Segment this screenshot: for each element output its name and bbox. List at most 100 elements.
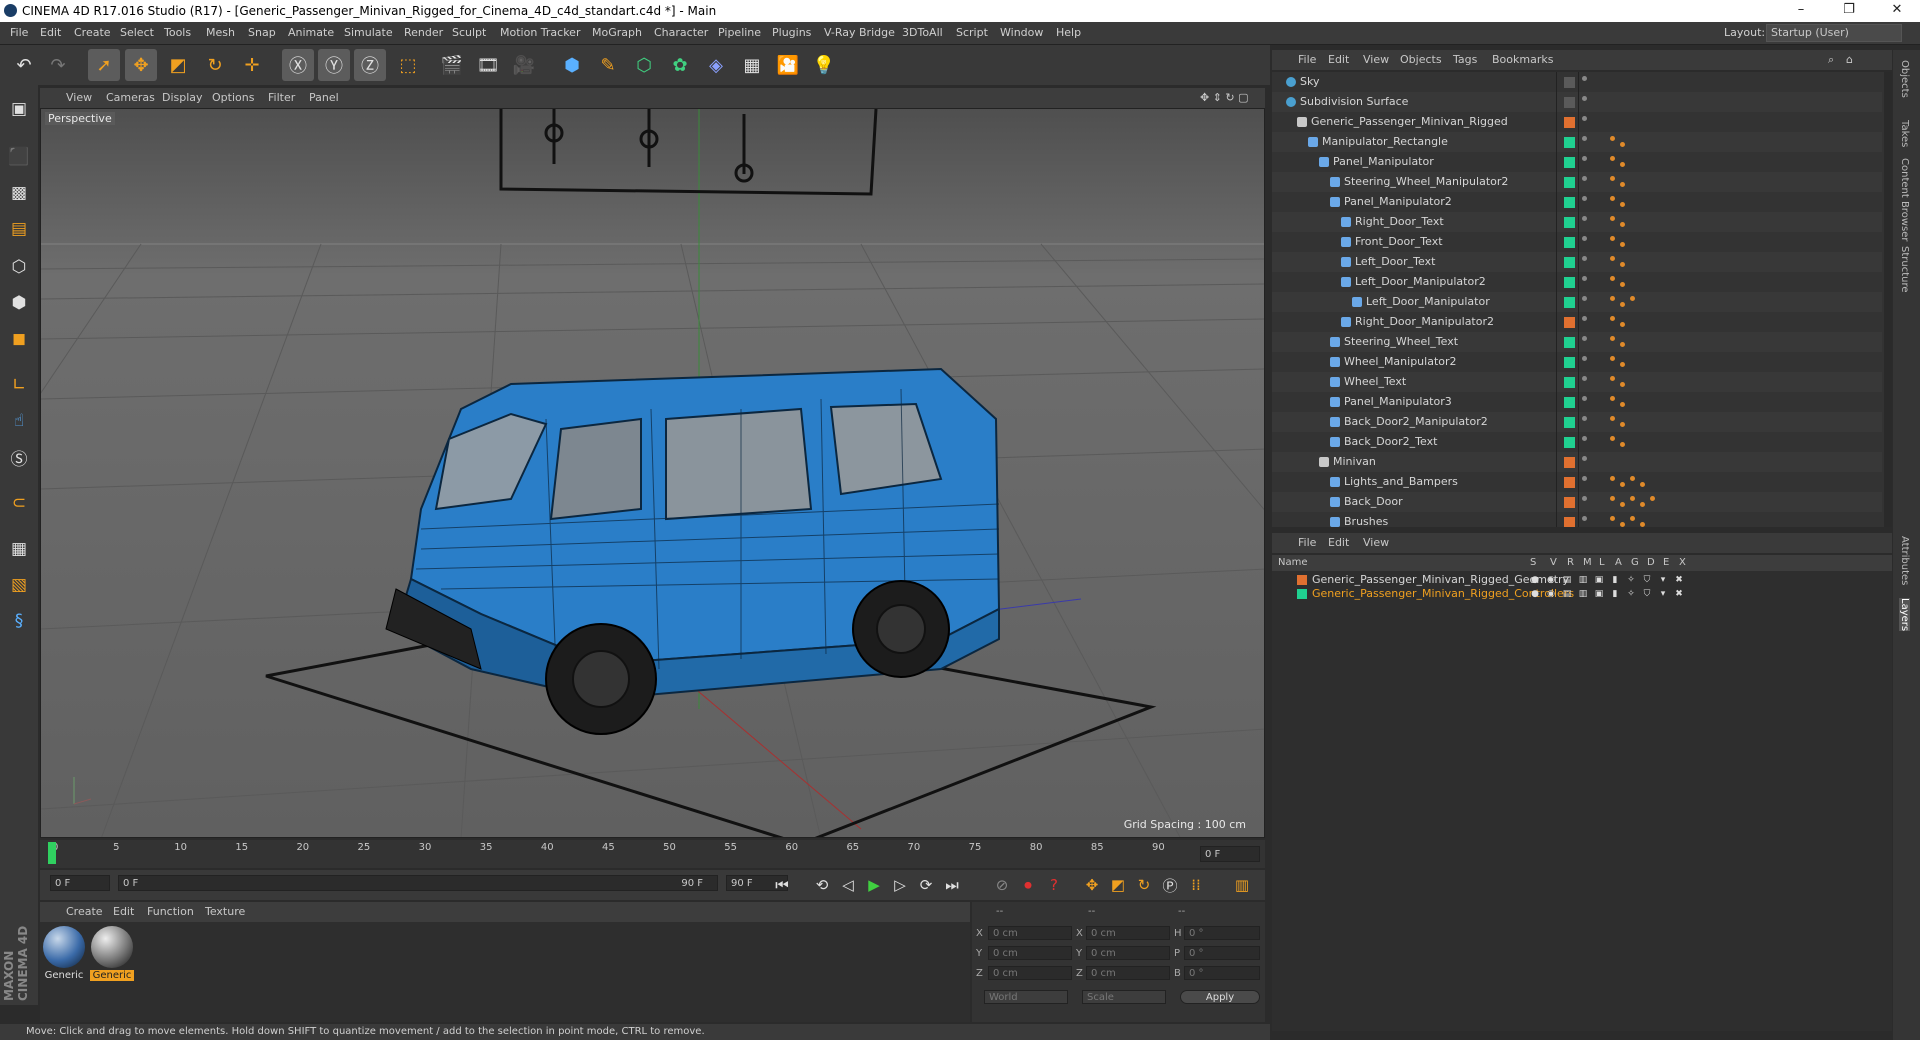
object-row[interactable]: Left_Door_Manipulator — [1272, 292, 1882, 312]
visibility-dot[interactable] — [1582, 396, 1587, 401]
layer-color-swatch[interactable] — [1564, 157, 1575, 168]
size-y-field[interactable]: 0 cm — [1086, 946, 1170, 960]
object-tag-icon[interactable] — [1610, 336, 1615, 341]
menu-3dtoall[interactable]: 3DToAll — [902, 26, 943, 39]
object-tag-icon[interactable] — [1610, 156, 1615, 161]
menu-snap[interactable]: Snap — [248, 26, 276, 39]
layer-toggle-icon[interactable]: ✖ — [1674, 575, 1684, 585]
object-tag-icon[interactable] — [1650, 496, 1655, 501]
menu-character[interactable]: Character — [654, 26, 708, 39]
object-row[interactable]: Right_Door_Manipulator2 — [1272, 312, 1882, 332]
object-row[interactable]: Wheel_Text — [1272, 372, 1882, 392]
object-row[interactable]: Front_Door_Text — [1272, 232, 1882, 252]
menu-plugins[interactable]: Plugins — [772, 26, 811, 39]
object-tag-icon[interactable] — [1610, 256, 1615, 261]
object-tag-icon[interactable] — [1610, 276, 1615, 281]
object-row[interactable]: Right_Door_Text — [1272, 212, 1882, 232]
rotation-b-field[interactable]: 0 ° — [1184, 966, 1260, 980]
menu-vray-bridge[interactable]: V-Ray Bridge — [824, 26, 895, 39]
layer-column-v[interactable]: V — [1550, 557, 1557, 568]
object-tag-icon[interactable] — [1610, 236, 1615, 241]
timeline-window-icon[interactable]: ▥ — [1230, 873, 1254, 897]
axis-mode-icon[interactable]: ∟ — [3, 369, 35, 401]
material-menu-edit[interactable]: Edit — [113, 905, 134, 918]
objects-menu-bookmarks[interactable]: Bookmarks — [1492, 53, 1553, 66]
layer-color-swatch[interactable] — [1564, 297, 1575, 308]
object-row[interactable]: Steering_Wheel_Text — [1272, 332, 1882, 352]
menu-script[interactable]: Script — [956, 26, 988, 39]
tab-layers[interactable]: Layers — [1899, 598, 1910, 632]
autokey-icon[interactable]: ⏺ — [1016, 873, 1040, 897]
live-selection-icon[interactable]: ➚ — [88, 49, 120, 81]
tab-takes[interactable]: Takes — [1899, 120, 1910, 147]
layer-color-swatch[interactable] — [1297, 589, 1307, 599]
layer-color-swatch[interactable] — [1564, 177, 1575, 188]
layer-toggle-icon[interactable]: ● — [1530, 589, 1540, 599]
object-tag-icon[interactable] — [1620, 422, 1625, 427]
visibility-dot[interactable] — [1582, 256, 1587, 261]
size-z-field[interactable]: 0 cm — [1086, 966, 1170, 980]
object-tag-icon[interactable] — [1620, 522, 1625, 527]
rotation-p-field[interactable]: 0 ° — [1184, 946, 1260, 960]
object-tag-icon[interactable] — [1620, 442, 1625, 447]
layer-column-l[interactable]: L — [1599, 557, 1605, 568]
object-row[interactable]: Left_Door_Text — [1272, 252, 1882, 272]
key-pla-icon[interactable]: ⁞⁞ — [1184, 873, 1208, 897]
key-rotation-icon[interactable]: ↻ — [1132, 873, 1156, 897]
timeline-ruler[interactable]: 051015202530354045505560657075808590 0 F — [40, 840, 1265, 868]
material-menu-function[interactable]: Function — [147, 905, 194, 918]
layer-column-r[interactable]: R — [1567, 557, 1574, 568]
polygons-mode-icon[interactable]: ◼ — [3, 323, 35, 355]
visibility-dot[interactable] — [1582, 176, 1587, 181]
layer-color-swatch[interactable] — [1564, 117, 1575, 128]
viewport-menu-options[interactable]: Options — [212, 91, 254, 104]
object-tag-icon[interactable] — [1610, 396, 1615, 401]
object-tag-icon[interactable] — [1610, 176, 1615, 181]
object-row[interactable]: Steering_Wheel_Manipulator2 — [1272, 172, 1882, 192]
mograph-cloner-icon[interactable]: ✿ — [664, 49, 696, 81]
layer-column-d[interactable]: D — [1647, 557, 1655, 568]
position-y-field[interactable]: 0 cm — [988, 946, 1072, 960]
maximize-button[interactable]: ❐ — [1834, 2, 1864, 20]
object-row[interactable]: Manipulator_Rectangle — [1272, 132, 1882, 152]
visibility-dot[interactable] — [1582, 276, 1587, 281]
object-tag-icon[interactable] — [1620, 342, 1625, 347]
layer-row[interactable]: Generic_Passenger_Minivan_Rigged_Control… — [1272, 587, 1882, 601]
object-tag-icon[interactable] — [1610, 516, 1615, 521]
search-icon[interactable]: ⌕ — [1828, 53, 1834, 67]
goto-prev-key-icon[interactable]: ⟲ — [810, 873, 834, 897]
perspective-viewport[interactable]: Perspective Grid Spacing : 100 cm — [40, 108, 1265, 838]
object-tag-icon[interactable] — [1620, 242, 1625, 247]
objects-menu-tags[interactable]: Tags — [1453, 53, 1477, 66]
render-settings-icon[interactable]: 🎥 — [508, 49, 540, 81]
object-tag-icon[interactable] — [1620, 162, 1625, 167]
layer-color-swatch[interactable] — [1564, 217, 1575, 228]
objects-menu-objects[interactable]: Objects — [1400, 53, 1442, 66]
frame-range-slider[interactable]: 0 F 90 F — [118, 875, 718, 891]
layer-color-swatch[interactable] — [1564, 137, 1575, 148]
subdivision-icon[interactable]: ⬡ — [628, 49, 660, 81]
object-tag-icon[interactable] — [1630, 476, 1635, 481]
layer-toggle-icon[interactable]: ▤ — [1562, 589, 1572, 599]
render-view-icon[interactable]: 🎬 — [436, 49, 468, 81]
render-picture-viewer-icon[interactable]: 🎞 — [472, 49, 504, 81]
rotate-icon[interactable]: ↻ — [199, 49, 231, 81]
key-position-icon[interactable]: ✥ — [1080, 873, 1104, 897]
layer-color-swatch[interactable] — [1564, 237, 1575, 248]
layer-column-e[interactable]: E — [1663, 557, 1669, 568]
layer-color-swatch[interactable] — [1564, 517, 1575, 527]
object-tag-icon[interactable] — [1620, 142, 1625, 147]
layer-color-swatch[interactable] — [1564, 357, 1575, 368]
object-tag-icon[interactable] — [1620, 302, 1625, 307]
home-icon[interactable]: ⌂ — [1846, 53, 1853, 66]
layer-color-swatch[interactable] — [1564, 337, 1575, 348]
objects-menu-view[interactable]: View — [1363, 53, 1389, 66]
object-row[interactable]: Wheel_Manipulator2 — [1272, 352, 1882, 372]
menu-animate[interactable]: Animate — [288, 26, 334, 39]
object-tag-icon[interactable] — [1620, 222, 1625, 227]
visibility-dot[interactable] — [1582, 376, 1587, 381]
scale-icon[interactable]: ◩ — [162, 49, 194, 81]
tab-objects[interactable]: Objects — [1899, 60, 1910, 98]
menu-sculpt[interactable]: Sculpt — [452, 26, 486, 39]
visibility-dot[interactable] — [1582, 336, 1587, 341]
